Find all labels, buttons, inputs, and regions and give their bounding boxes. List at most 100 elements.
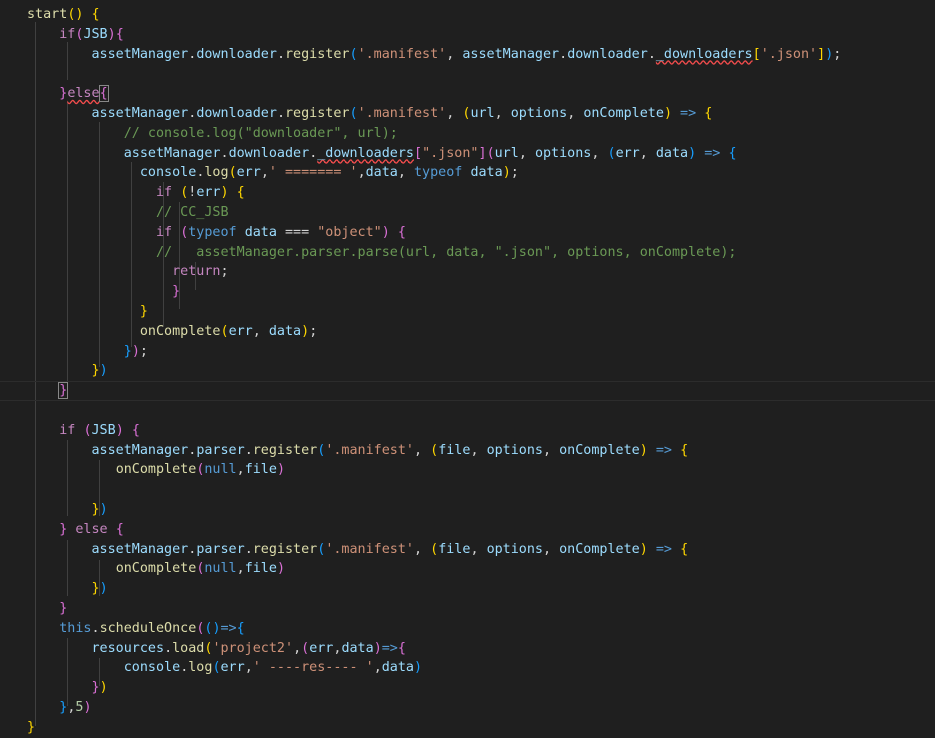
code-line[interactable]: if (typeof data === "object") { <box>0 223 935 243</box>
code-token: data <box>470 165 503 181</box>
code-line[interactable]: // assetManager.parser.parse(url, data, … <box>0 243 935 263</box>
code-token: } <box>59 601 68 616</box>
code-token: ; <box>833 46 842 62</box>
code-text: } else { <box>27 520 124 540</box>
code-token: , <box>236 561 245 577</box>
code-line[interactable]: start() { <box>0 5 935 25</box>
code-line[interactable]: },5) <box>0 698 935 718</box>
code-line[interactable]: }) <box>0 678 935 698</box>
code-token: downloader <box>196 106 277 121</box>
code-token: if <box>59 422 76 438</box>
code-line[interactable]: assetManager.parser.register('.manifest'… <box>0 441 935 461</box>
code-text: } <box>27 382 69 400</box>
code-line[interactable]: }); <box>0 342 935 362</box>
code-token: ( <box>220 323 229 339</box>
code-token: ( <box>228 165 237 181</box>
code-token: ( <box>212 660 221 676</box>
code-token: console <box>139 165 197 181</box>
code-token: if <box>156 224 173 240</box>
code-text: } <box>27 599 67 619</box>
code-line[interactable] <box>0 401 935 421</box>
code-token: } <box>172 284 181 300</box>
code-token: onComplete <box>115 561 197 577</box>
code-token: ) <box>663 106 672 121</box>
code-token: this <box>59 620 92 636</box>
code-text: onComplete(err, data); <box>27 322 317 342</box>
code-token: register <box>252 442 318 458</box>
code-line[interactable]: } else { <box>0 520 935 540</box>
code-text: }else{ <box>27 84 109 104</box>
code-line[interactable]: assetManager.parser.register('.manifest'… <box>0 540 935 560</box>
code-token: file <box>438 541 471 557</box>
code-token: onComplete <box>583 106 664 121</box>
code-token: onComplete <box>115 462 197 478</box>
code-token: => <box>696 145 729 161</box>
code-line[interactable] <box>0 480 935 500</box>
code-line[interactable]: onComplete(err, data); <box>0 322 935 342</box>
code-line[interactable]: if (JSB) { <box>0 421 935 441</box>
code-token: ) <box>212 620 221 636</box>
code-line[interactable]: }) <box>0 361 935 381</box>
code-token: return <box>172 264 221 280</box>
code-token: { <box>131 422 140 438</box>
code-token: assetManager <box>91 541 189 557</box>
code-token: ; <box>309 323 318 339</box>
code-line[interactable]: // console.log("downloader", url); <box>0 124 935 144</box>
code-token: downloader <box>567 46 648 62</box>
code-token: ) <box>373 640 382 656</box>
code-token: options <box>486 541 543 557</box>
code-line[interactable]: onComplete(null,file) <box>0 460 935 480</box>
code-line[interactable]: } <box>0 282 935 302</box>
code-token: , <box>414 541 431 557</box>
code-line[interactable]: console.log(err,' ======= ',data, typeof… <box>0 163 935 183</box>
code-line[interactable]: this.scheduleOnce(()=>{ <box>0 619 935 639</box>
code-line[interactable]: } <box>0 381 935 402</box>
code-token: { <box>397 224 406 240</box>
code-token: assetManager <box>123 145 221 161</box>
code-token: log <box>204 165 229 181</box>
code-line[interactable]: } <box>0 302 935 322</box>
code-line[interactable]: }) <box>0 579 935 599</box>
code-token: , <box>543 442 560 458</box>
code-line[interactable]: } <box>0 718 935 738</box>
code-token: , <box>357 165 366 181</box>
code-line[interactable]: }) <box>0 500 935 520</box>
code-token: ) <box>688 145 697 161</box>
code-token: load <box>172 640 205 656</box>
code-line[interactable]: assetManager.downloader._downloaders[".j… <box>0 144 935 164</box>
code-token: null <box>204 462 237 478</box>
code-line[interactable]: if(JSB){ <box>0 25 935 45</box>
code-line[interactable]: console.log(err,' ----res---- ',data) <box>0 658 935 678</box>
code-token: { <box>680 442 689 458</box>
code-line[interactable]: }else{ <box>0 84 935 104</box>
code-token: typeof <box>414 165 463 181</box>
code-line[interactable]: assetManager.downloader.register('.manif… <box>0 104 935 124</box>
code-line[interactable]: } <box>0 599 935 619</box>
code-line[interactable]: onComplete(null,file) <box>0 559 935 579</box>
code-line[interactable]: resources.load('project2',(err,data)=>{ <box>0 639 935 659</box>
code-line[interactable] <box>0 64 935 84</box>
code-token: else <box>75 521 108 537</box>
code-token: file <box>244 462 277 478</box>
code-text: assetManager.downloader.register('.manif… <box>27 45 842 65</box>
code-line[interactable]: assetManager.downloader.register('.manif… <box>0 45 935 65</box>
code-text: } <box>27 282 180 302</box>
code-token: => <box>647 541 681 557</box>
code-token: register <box>285 106 350 121</box>
code-line[interactable]: // CC_JSB <box>0 203 935 223</box>
code-line[interactable]: return; <box>0 262 935 282</box>
code-token: , <box>567 106 584 121</box>
code-token: ) <box>301 323 310 339</box>
code-line[interactable]: if (!err) { <box>0 183 935 203</box>
code-text: assetManager.parser.register('.manifest'… <box>27 540 689 560</box>
code-editor[interactable]: start() { if(JSB){ assetManager.download… <box>0 0 935 735</box>
code-text: assetManager.downloader._downloaders[".j… <box>27 144 737 164</box>
